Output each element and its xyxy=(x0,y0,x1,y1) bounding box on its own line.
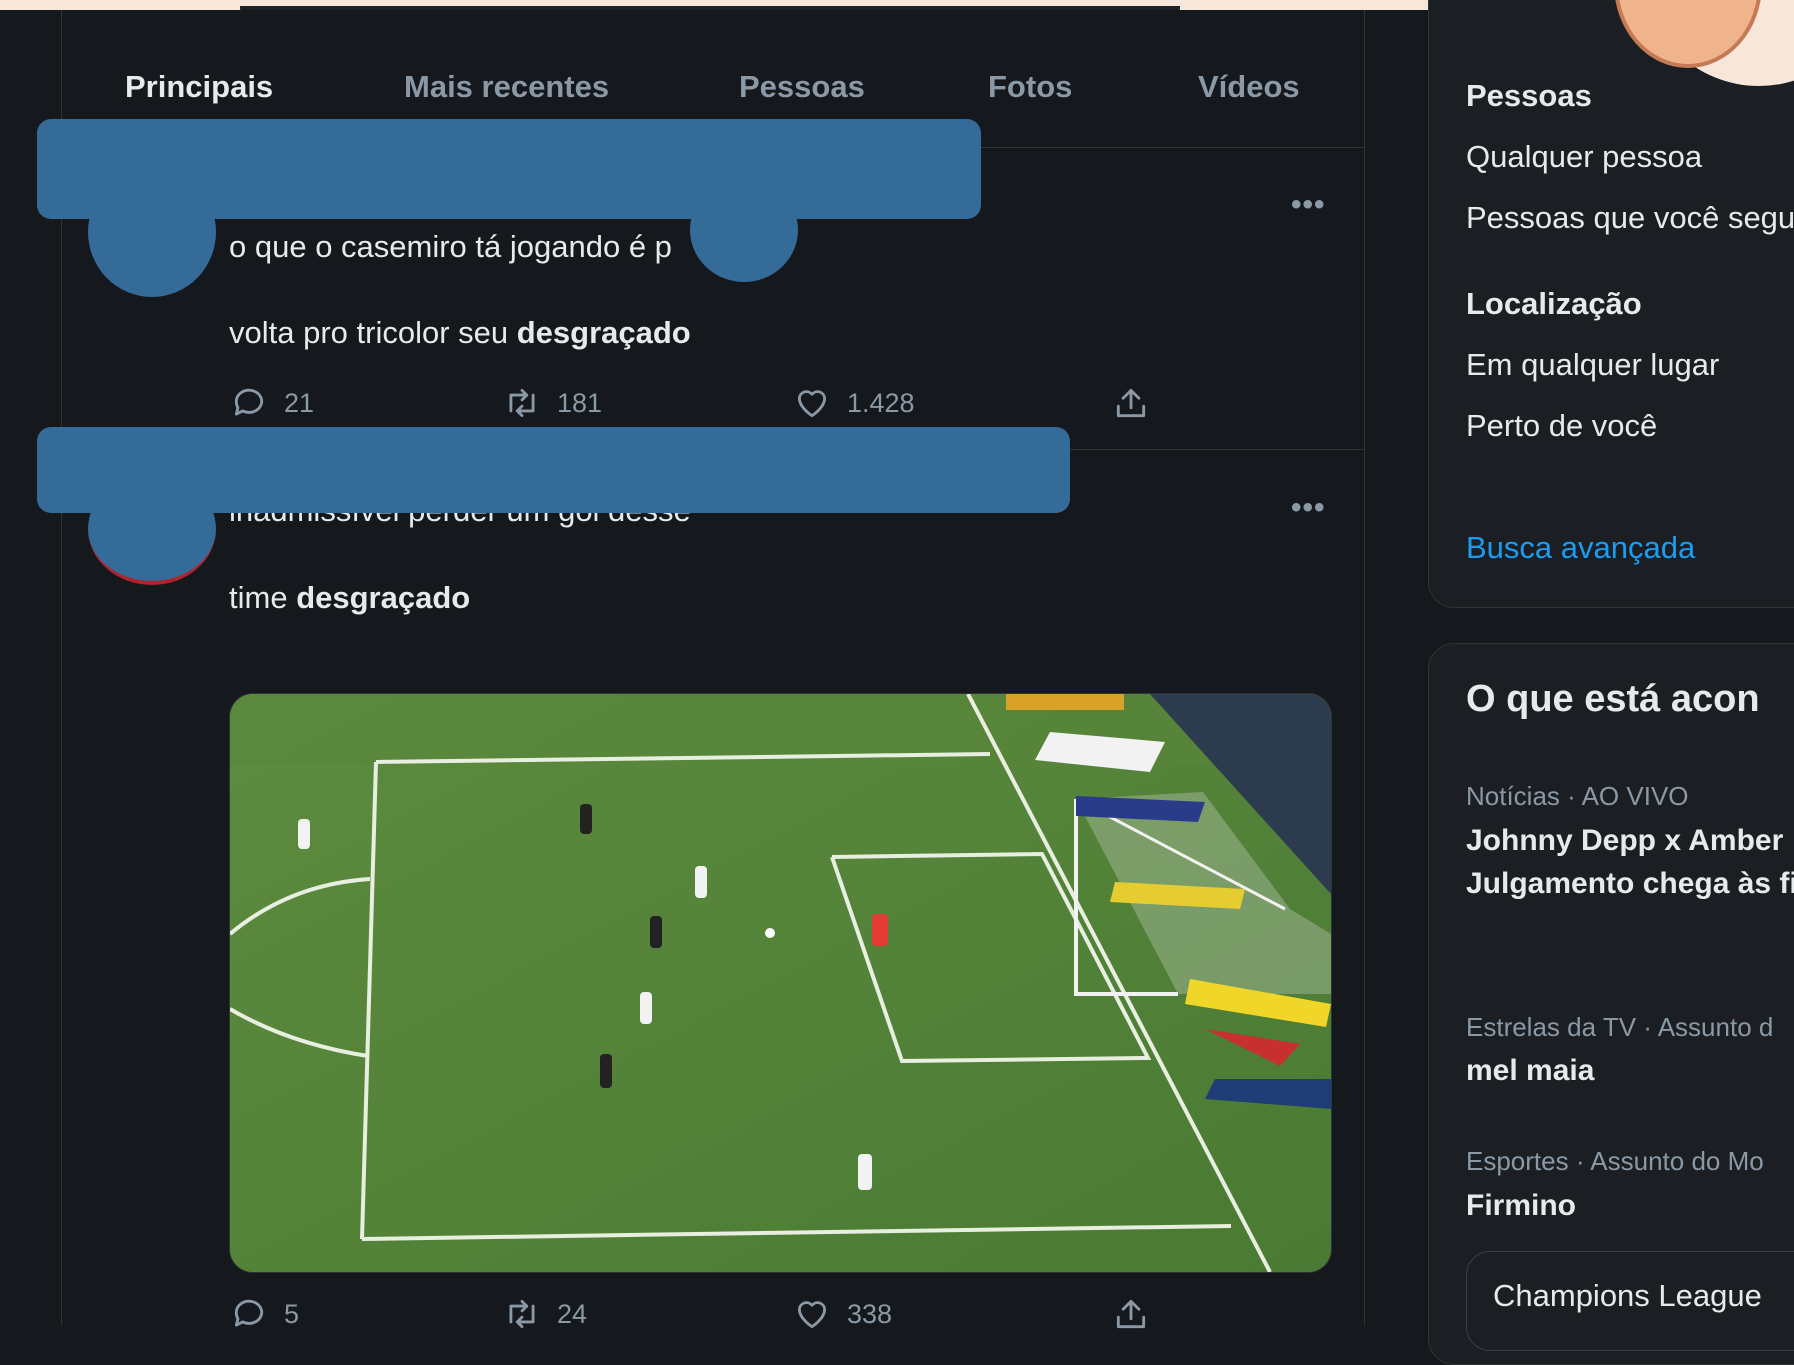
trend-meta: Estrelas da TV · Assunto d xyxy=(1466,1012,1774,1042)
share-button[interactable] xyxy=(1112,1295,1150,1333)
trend-chip[interactable]: Champions League xyxy=(1466,1251,1794,1351)
tab-fotos[interactable]: Fotos xyxy=(988,69,1072,105)
tweet-media-image[interactable] xyxy=(229,693,1332,1273)
trend-meta: Notícias · AO VIVO xyxy=(1466,781,1689,811)
tweet-text-line1: o que o casemiro tá jogando é p xyxy=(229,229,672,264)
like-count: 1.428 xyxy=(847,387,915,418)
more-icon[interactable]: ••• xyxy=(1291,491,1326,525)
tweet[interactable]: ••• inadmissível perder um gol desse tim… xyxy=(62,450,1364,1329)
retweet-icon xyxy=(509,388,535,418)
redaction-circle xyxy=(690,178,798,282)
like-icon xyxy=(797,1301,827,1329)
trend-title[interactable]: Johnny Depp x Amber Julgamento chega às … xyxy=(1466,819,1794,905)
like-icon xyxy=(797,390,827,418)
trends-card: O que está acon Notícias · AO VIVO Johnn… xyxy=(1428,643,1794,1365)
trend-meta: Esportes · Assunto do Mo xyxy=(1466,1146,1764,1176)
search-filters-card: Pessoas Qualquer pessoa Pessoas que você… xyxy=(1428,0,1794,608)
retweet-button[interactable]: 181 xyxy=(503,384,602,422)
filter-option-anyone[interactable]: Qualquer pessoa xyxy=(1466,139,1702,175)
like-button[interactable]: 1.428 xyxy=(793,384,915,422)
share-icon xyxy=(1116,388,1146,418)
tab-videos[interactable]: Vídeos xyxy=(1198,69,1300,105)
trends-heading: O que está acon xyxy=(1466,678,1760,720)
filter-option-near-you[interactable]: Perto de você xyxy=(1466,408,1657,444)
filter-heading-people: Pessoas xyxy=(1466,78,1592,113)
reply-icon xyxy=(234,1299,264,1327)
filter-option-following[interactable]: Pessoas que você segu xyxy=(1466,200,1794,236)
retweet-button[interactable]: 24 xyxy=(503,1295,587,1333)
trend-title[interactable]: mel maia xyxy=(1466,1049,1794,1092)
like-button[interactable]: 338 xyxy=(793,1295,892,1333)
football-pitch-photo xyxy=(230,694,1331,1272)
avatar-redacted xyxy=(88,167,216,297)
more-icon[interactable]: ••• xyxy=(1291,188,1326,222)
retweet-icon xyxy=(509,1299,535,1329)
reply-count: 21 xyxy=(284,387,315,418)
avatar-redacted xyxy=(88,473,216,585)
tab-mais-recentes[interactable]: Mais recentes xyxy=(404,69,609,105)
reply-button[interactable]: 21 xyxy=(230,384,314,422)
tab-principais[interactable]: Principais xyxy=(125,69,273,105)
tab-pessoas[interactable]: Pessoas xyxy=(739,69,865,105)
filter-heading-location: Localização xyxy=(1466,286,1642,321)
share-icon xyxy=(1116,1299,1146,1329)
reply-icon xyxy=(234,388,264,416)
advanced-search-link[interactable]: Busca avançada xyxy=(1466,530,1695,566)
trend-title[interactable]: Firmino xyxy=(1466,1184,1794,1227)
filter-option-anywhere[interactable]: Em qualquer lugar xyxy=(1466,347,1719,383)
tweet-text-line2: volta pro tricolor seu desgraçado xyxy=(229,315,691,350)
reply-button[interactable]: 5 xyxy=(230,1295,299,1333)
share-button[interactable] xyxy=(1112,384,1150,422)
retweet-count: 181 xyxy=(557,387,603,418)
tweet-text-line2: time desgraçado xyxy=(229,580,471,615)
